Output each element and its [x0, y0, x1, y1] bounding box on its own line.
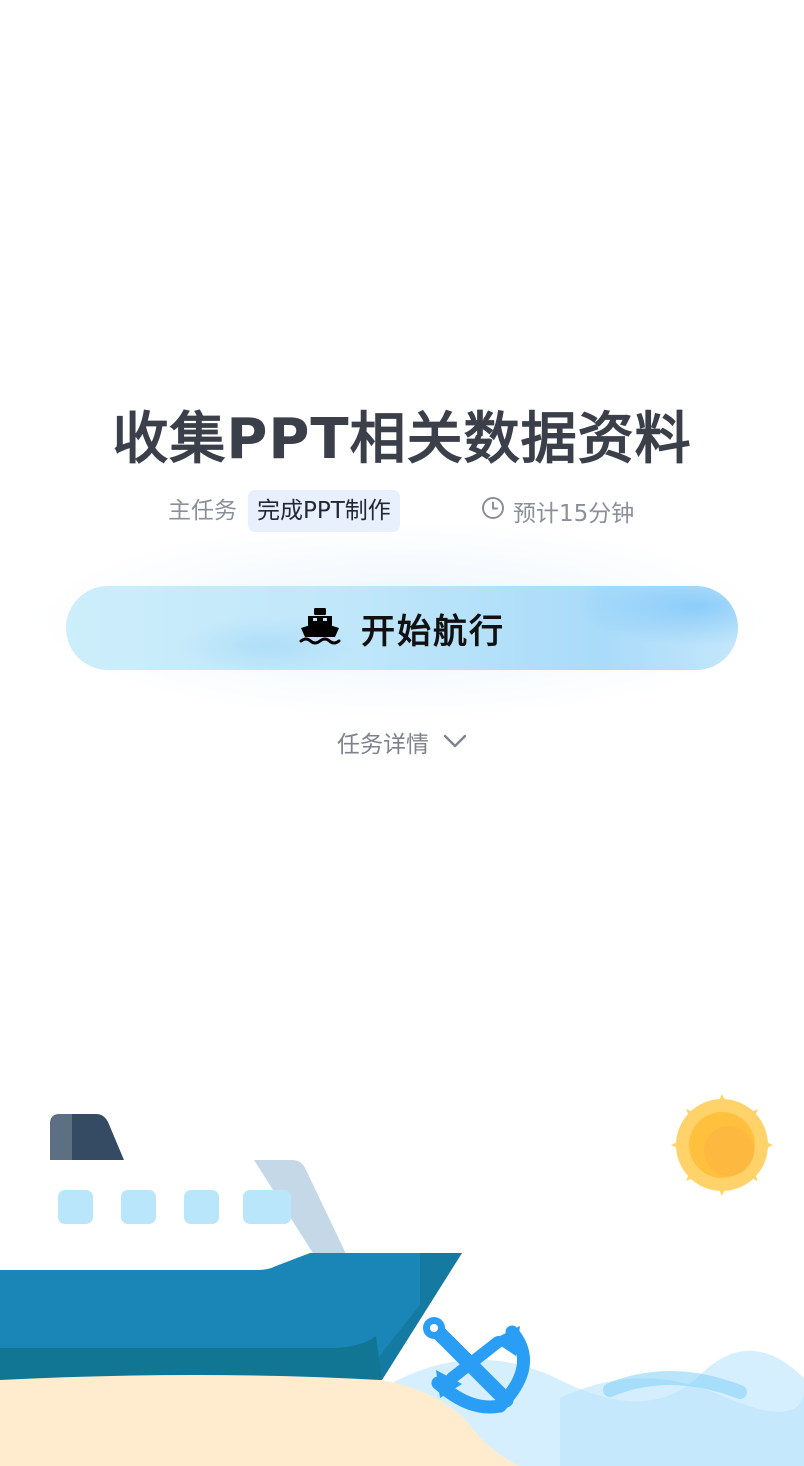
main-task-tag: 完成PPT制作 — [248, 490, 400, 532]
ship-icon — [299, 606, 341, 650]
task-meta: 主任务 完成PPT制作 预计15分钟 — [0, 490, 804, 532]
chevron-down-icon — [443, 729, 467, 755]
sun-icon — [671, 1094, 773, 1196]
start-sailing-button[interactable]: 开始航行 — [66, 586, 738, 670]
sea-illustration — [0, 1094, 804, 1466]
clock-icon — [481, 496, 505, 526]
task-details-toggle[interactable]: 任务详情 — [0, 722, 804, 762]
main-task-label: 主任务 — [168, 498, 237, 524]
start-sailing-label: 开始航行 — [361, 611, 505, 652]
time-estimate-text: 预计15分钟 — [513, 501, 635, 527]
task-details-label: 任务详情 — [337, 732, 429, 758]
page-title: 收集PPT相关数据资料 — [112, 407, 692, 472]
time-estimate: 预计15分钟 — [481, 490, 634, 532]
ship — [0, 1114, 462, 1380]
